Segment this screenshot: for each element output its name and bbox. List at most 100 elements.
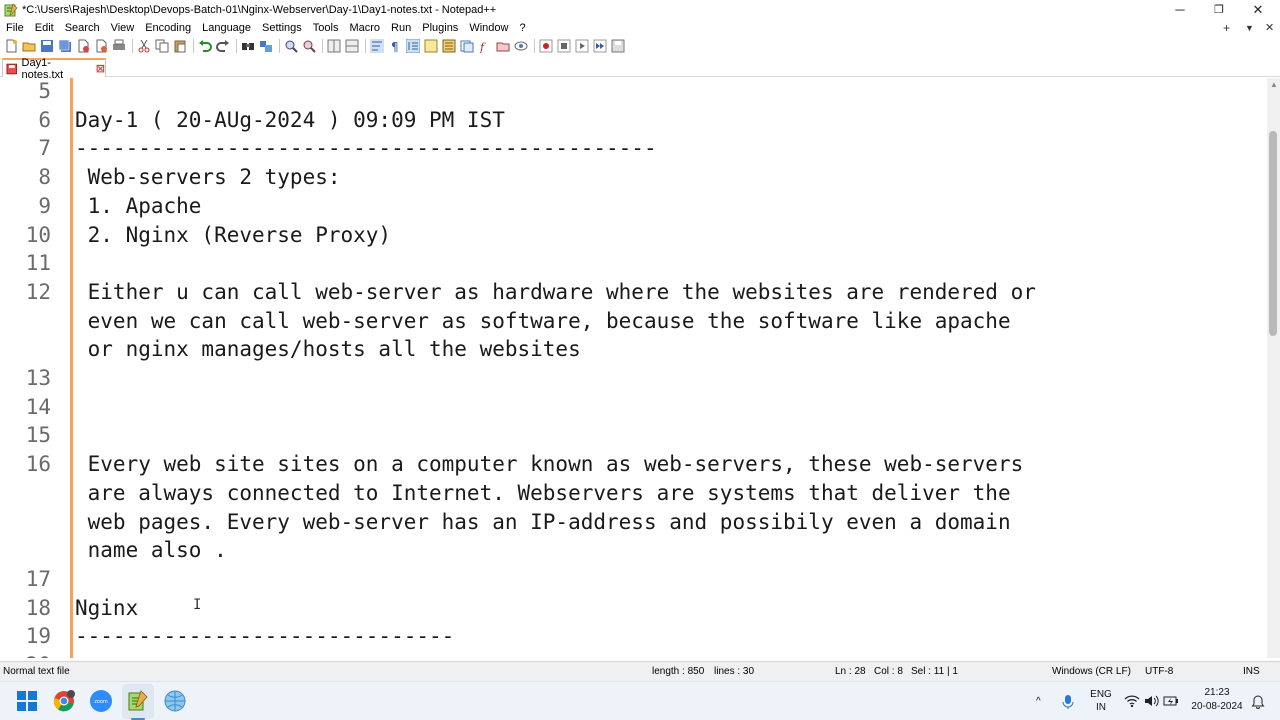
doc-list-icon[interactable]: [459, 38, 475, 54]
editor-line[interactable]: 8 Web-servers 2 types:: [0, 163, 1268, 192]
notepadpp-taskbar-icon[interactable]: [126, 689, 150, 713]
menu-language[interactable]: Language: [196, 22, 256, 34]
editor-line[interactable]: 14: [0, 393, 1268, 422]
editor-line[interactable]: 13: [0, 364, 1268, 393]
save-icon[interactable]: [39, 38, 55, 54]
paste-icon[interactable]: [172, 38, 188, 54]
user-lang-icon[interactable]: [423, 38, 439, 54]
svg-text:f: f: [479, 41, 486, 53]
scrollbar-thumb[interactable]: [1269, 131, 1277, 336]
zoom-in-icon[interactable]: [283, 38, 299, 54]
cut-icon[interactable]: [136, 38, 152, 54]
close-all-icon[interactable]: [93, 38, 109, 54]
toolbar-separator: [365, 38, 366, 53]
menu-search[interactable]: Search: [59, 22, 105, 34]
editor-line[interactable]: 11: [0, 249, 1268, 278]
doc-map-icon[interactable]: [441, 38, 457, 54]
menu-plugins[interactable]: Plugins: [416, 22, 463, 34]
record-macro-icon[interactable]: [538, 38, 554, 54]
microphone-icon[interactable]: [1062, 694, 1074, 710]
editor-line[interactable]: web pages. Every web-server has an IP-ad…: [0, 508, 1268, 537]
restore-button[interactable]: ❐: [1199, 0, 1239, 19]
line-text: ----------------------------------------…: [75, 136, 657, 161]
line-number: 10: [25, 222, 51, 247]
monitoring-icon[interactable]: [513, 38, 529, 54]
menu-window[interactable]: Window: [463, 22, 513, 34]
line-number: 13: [25, 366, 51, 390]
menu-encoding[interactable]: Encoding: [139, 22, 196, 34]
editor-line[interactable]: 15: [0, 421, 1268, 450]
save-macro-icon[interactable]: [610, 38, 626, 54]
wifi-icon[interactable]: [1124, 694, 1140, 708]
tab-day1-notes[interactable]: Day1-notes.txt ⊠: [2, 57, 106, 81]
windows-start-icon[interactable]: [15, 689, 39, 713]
scroll-up-icon[interactable]: ▲: [1270, 80, 1278, 89]
play-macro-icon[interactable]: [574, 38, 590, 54]
new-tab-plus-icon[interactable]: +: [1223, 19, 1230, 36]
editor-line[interactable]: or nginx manages/hosts all the websites: [0, 335, 1268, 364]
editor-line[interactable]: 6 Day-1 ( 20-AUg-2024 ) 09:09 PM IST: [0, 106, 1268, 135]
editor-line[interactable]: 20: [0, 651, 1268, 658]
tray-overflow-icon[interactable]: ^: [1036, 682, 1041, 720]
lang-region: IN: [1096, 702, 1106, 713]
menu-edit[interactable]: Edit: [29, 22, 59, 34]
menu-tools[interactable]: Tools: [307, 22, 344, 34]
undo-icon[interactable]: [197, 38, 213, 54]
tab-list-dropdown-icon[interactable]: ▼: [1245, 19, 1254, 36]
new-file-icon[interactable]: [3, 38, 19, 54]
volume-icon[interactable]: [1144, 694, 1160, 708]
menu-macro[interactable]: Macro: [343, 22, 385, 34]
tab-close-icon[interactable]: ⊠: [96, 62, 105, 75]
editor-line[interactable]: are always connected to Internet. Webser…: [0, 479, 1268, 508]
editor-line[interactable]: even we can call web-server as software,…: [0, 307, 1268, 336]
close-button[interactable]: ✕: [1238, 0, 1278, 19]
copy-icon[interactable]: [154, 38, 170, 54]
editor-line[interactable]: 7 ---------------------------------------…: [0, 134, 1268, 163]
print-icon[interactable]: [111, 38, 127, 54]
zoom-out-icon[interactable]: [301, 38, 317, 54]
editor-line[interactable]: 5: [0, 78, 1268, 106]
find-icon[interactable]: [240, 38, 256, 54]
word-wrap-icon[interactable]: [369, 38, 385, 54]
editor-line[interactable]: name also .: [0, 536, 1268, 565]
minimize-button[interactable]: ─: [1160, 0, 1200, 19]
editor-line[interactable]: 17: [0, 565, 1268, 594]
status-sel: Sel : 11 | 1: [911, 666, 958, 677]
show-all-chars-icon[interactable]: ¶: [387, 38, 403, 54]
editor-line[interactable]: 10 2. Nginx (Reverse Proxy): [0, 221, 1268, 250]
sync-horizontal-icon[interactable]: [344, 38, 360, 54]
zoom-app-icon[interactable]: zoom: [89, 689, 113, 713]
close-document-icon[interactable]: ✕: [1265, 19, 1274, 36]
menu-run[interactable]: Run: [385, 22, 416, 34]
editor-line[interactable]: 16 Every web site sites on a computer kn…: [0, 450, 1268, 479]
editor-line[interactable]: 18 Nginx: [0, 594, 1268, 623]
save-all-icon[interactable]: [57, 38, 73, 54]
menu-file[interactable]: File: [0, 22, 29, 34]
battery-charging-icon[interactable]: [1163, 694, 1179, 708]
chrome-icon[interactable]: [52, 689, 76, 713]
menu-view[interactable]: View: [105, 22, 140, 34]
open-file-icon[interactable]: [21, 38, 37, 54]
redo-icon[interactable]: [215, 38, 231, 54]
menu-help[interactable]: ?: [513, 22, 530, 34]
line-number: 7: [38, 136, 51, 161]
editor-line[interactable]: 9 1. Apache: [0, 192, 1268, 221]
stop-macro-icon[interactable]: [556, 38, 572, 54]
text-editor[interactable]: 5 6 Day-1 ( 20-AUg-2024 ) 09:09 PM IST 7 ---…: [0, 78, 1268, 658]
input-language[interactable]: ENG IN: [1088, 688, 1114, 714]
close-file-icon[interactable]: [75, 38, 91, 54]
editor-line[interactable]: 19 ------------------------------: [0, 622, 1268, 651]
function-list-icon[interactable]: f: [477, 38, 493, 54]
menu-settings[interactable]: Settings: [256, 22, 307, 34]
network-globe-icon[interactable]: [163, 689, 187, 713]
svg-text:¶: ¶: [391, 40, 399, 53]
run-macro-multiple-icon[interactable]: [592, 38, 608, 54]
folder-workspace-icon[interactable]: [495, 38, 511, 54]
system-clock[interactable]: 21:23 20-08-2024: [1184, 686, 1250, 714]
sync-vertical-icon[interactable]: [326, 38, 342, 54]
vertical-scrollbar[interactable]: ▲: [1267, 78, 1280, 658]
replace-icon[interactable]: [258, 38, 274, 54]
notification-bell-icon[interactable]: [1251, 694, 1265, 709]
editor-line[interactable]: 12 Either u can call web-server as hardw…: [0, 278, 1268, 307]
indent-guide-icon[interactable]: [405, 38, 421, 54]
